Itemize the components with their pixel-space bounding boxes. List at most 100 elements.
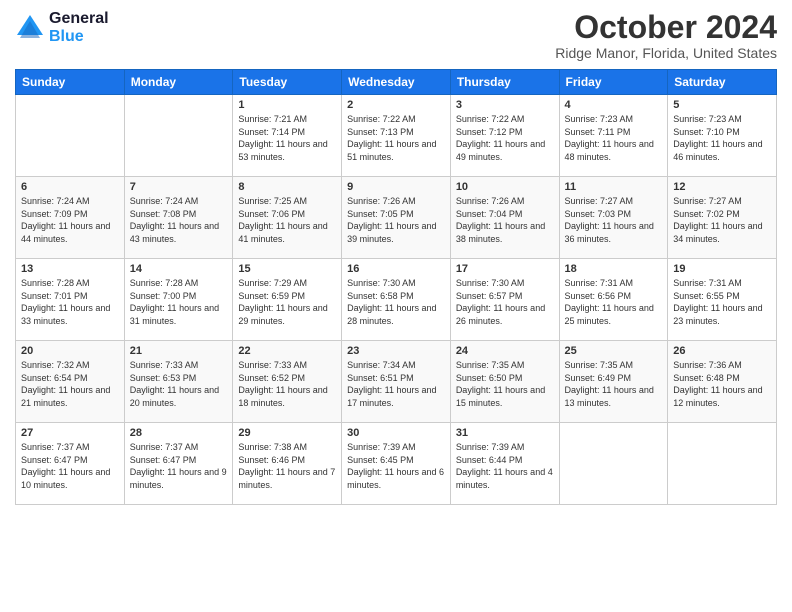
- day-info: Sunrise: 7:39 AM Sunset: 6:44 PM Dayligh…: [456, 441, 554, 491]
- day-info: Sunrise: 7:22 AM Sunset: 7:13 PM Dayligh…: [347, 113, 445, 163]
- logo: General Blue: [15, 10, 109, 45]
- calendar-cell: 24 Sunrise: 7:35 AM Sunset: 6:50 PM Dayli…: [450, 341, 559, 423]
- day-info: Sunrise: 7:24 AM Sunset: 7:08 PM Dayligh…: [130, 195, 228, 245]
- day-info: Sunrise: 7:37 AM Sunset: 6:47 PM Dayligh…: [21, 441, 119, 491]
- day-number: 9: [347, 181, 445, 193]
- calendar-cell: 9 Sunrise: 7:26 AM Sunset: 7:05 PM Daylig…: [342, 177, 451, 259]
- day-info: Sunrise: 7:34 AM Sunset: 6:51 PM Dayligh…: [347, 359, 445, 409]
- day-info: Sunrise: 7:27 AM Sunset: 7:02 PM Dayligh…: [673, 195, 771, 245]
- day-info: Sunrise: 7:24 AM Sunset: 7:09 PM Dayligh…: [21, 195, 119, 245]
- calendar-cell: 2 Sunrise: 7:22 AM Sunset: 7:13 PM Daylig…: [342, 95, 451, 177]
- calendar-week-row: 1 Sunrise: 7:21 AM Sunset: 7:14 PM Daylig…: [16, 95, 777, 177]
- day-info: Sunrise: 7:35 AM Sunset: 6:50 PM Dayligh…: [456, 359, 554, 409]
- day-number: 29: [238, 427, 336, 439]
- day-number: 19: [673, 263, 771, 275]
- calendar-cell: 10Sunrise: 7:26 AM Sunset: 7:04 PM Dayli…: [450, 177, 559, 259]
- day-of-week-header: Sunday: [16, 70, 125, 95]
- day-number: 4: [565, 99, 663, 111]
- logo-icon: [15, 13, 45, 43]
- calendar-cell: 28 Sunrise: 7:37 AM Sunset: 6:47 PM Dayli…: [124, 423, 233, 505]
- day-of-week-header: Tuesday: [233, 70, 342, 95]
- calendar-week-row: 13Sunrise: 7:28 AM Sunset: 7:01 PM Dayli…: [16, 259, 777, 341]
- day-info: Sunrise: 7:23 AM Sunset: 7:10 PM Dayligh…: [673, 113, 771, 163]
- calendar-cell: 6 Sunrise: 7:24 AM Sunset: 7:09 PM Daylig…: [16, 177, 125, 259]
- day-number: 30: [347, 427, 445, 439]
- day-info: Sunrise: 7:21 AM Sunset: 7:14 PM Dayligh…: [238, 113, 336, 163]
- calendar-week-row: 27Sunrise: 7:37 AM Sunset: 6:47 PM Dayli…: [16, 423, 777, 505]
- day-number: 5: [673, 99, 771, 111]
- day-info: Sunrise: 7:30 AM Sunset: 6:57 PM Dayligh…: [456, 277, 554, 327]
- day-number: 22: [238, 345, 336, 357]
- day-info: Sunrise: 7:33 AM Sunset: 6:53 PM Dayligh…: [130, 359, 228, 409]
- day-info: Sunrise: 7:28 AM Sunset: 7:00 PM Dayligh…: [130, 277, 228, 327]
- calendar-cell: 26 Sunrise: 7:36 AM Sunset: 6:48 PM Dayli…: [668, 341, 777, 423]
- calendar-cell: 17 Sunrise: 7:30 AM Sunset: 6:57 PM Dayli…: [450, 259, 559, 341]
- calendar-cell: 27Sunrise: 7:37 AM Sunset: 6:47 PM Dayli…: [16, 423, 125, 505]
- day-number: 16: [347, 263, 445, 275]
- calendar-cell: 22 Sunrise: 7:33 AM Sunset: 6:52 PM Dayli…: [233, 341, 342, 423]
- day-of-week-header: Saturday: [668, 70, 777, 95]
- calendar-cell: 8Sunrise: 7:25 AM Sunset: 7:06 PM Daylig…: [233, 177, 342, 259]
- day-info: Sunrise: 7:39 AM Sunset: 6:45 PM Dayligh…: [347, 441, 445, 491]
- day-info: Sunrise: 7:28 AM Sunset: 7:01 PM Dayligh…: [21, 277, 119, 327]
- calendar-cell: [559, 423, 668, 505]
- month-title: October 2024: [555, 10, 777, 45]
- calendar-header-row: SundayMondayTuesdayWednesdayThursdayFrid…: [16, 70, 777, 95]
- day-number: 28: [130, 427, 228, 439]
- calendar-cell: 4Sunrise: 7:23 AM Sunset: 7:11 PM Daylig…: [559, 95, 668, 177]
- calendar-cell: 3 Sunrise: 7:22 AM Sunset: 7:12 PM Daylig…: [450, 95, 559, 177]
- calendar-cell: 21 Sunrise: 7:33 AM Sunset: 6:53 PM Dayli…: [124, 341, 233, 423]
- day-info: Sunrise: 7:30 AM Sunset: 6:58 PM Dayligh…: [347, 277, 445, 327]
- day-info: Sunrise: 7:36 AM Sunset: 6:48 PM Dayligh…: [673, 359, 771, 409]
- calendar-cell: 12 Sunrise: 7:27 AM Sunset: 7:02 PM Dayli…: [668, 177, 777, 259]
- day-number: 23: [347, 345, 445, 357]
- day-number: 18: [565, 263, 663, 275]
- day-info: Sunrise: 7:26 AM Sunset: 7:04 PM Dayligh…: [456, 195, 554, 245]
- day-number: 6: [21, 181, 119, 193]
- calendar-cell: 30 Sunrise: 7:39 AM Sunset: 6:45 PM Dayli…: [342, 423, 451, 505]
- day-number: 15: [238, 263, 336, 275]
- calendar-cell: 16 Sunrise: 7:30 AM Sunset: 6:58 PM Dayli…: [342, 259, 451, 341]
- day-number: 12: [673, 181, 771, 193]
- calendar-cell: [124, 95, 233, 177]
- calendar-cell: [16, 95, 125, 177]
- day-number: 21: [130, 345, 228, 357]
- day-number: 26: [673, 345, 771, 357]
- header: General Blue October 2024 Ridge Manor, F…: [15, 10, 777, 61]
- day-number: 17: [456, 263, 554, 275]
- calendar-cell: 14Sunrise: 7:28 AM Sunset: 7:00 PM Dayli…: [124, 259, 233, 341]
- day-info: Sunrise: 7:26 AM Sunset: 7:05 PM Dayligh…: [347, 195, 445, 245]
- day-number: 20: [21, 345, 119, 357]
- calendar-week-row: 6 Sunrise: 7:24 AM Sunset: 7:09 PM Daylig…: [16, 177, 777, 259]
- day-number: 7: [130, 181, 228, 193]
- day-info: Sunrise: 7:33 AM Sunset: 6:52 PM Dayligh…: [238, 359, 336, 409]
- day-info: Sunrise: 7:22 AM Sunset: 7:12 PM Dayligh…: [456, 113, 554, 163]
- day-number: 3: [456, 99, 554, 111]
- calendar-cell: 7 Sunrise: 7:24 AM Sunset: 7:08 PM Daylig…: [124, 177, 233, 259]
- calendar-cell: 13Sunrise: 7:28 AM Sunset: 7:01 PM Dayli…: [16, 259, 125, 341]
- day-number: 25: [565, 345, 663, 357]
- location: Ridge Manor, Florida, United States: [555, 45, 777, 61]
- calendar-cell: 11Sunrise: 7:27 AM Sunset: 7:03 PM Dayli…: [559, 177, 668, 259]
- day-number: 11: [565, 181, 663, 193]
- day-number: 1: [238, 99, 336, 111]
- calendar-cell: 15Sunrise: 7:29 AM Sunset: 6:59 PM Dayli…: [233, 259, 342, 341]
- calendar-cell: 31 Sunrise: 7:39 AM Sunset: 6:44 PM Dayli…: [450, 423, 559, 505]
- day-of-week-header: Monday: [124, 70, 233, 95]
- day-number: 2: [347, 99, 445, 111]
- calendar-cell: 1 Sunrise: 7:21 AM Sunset: 7:14 PM Daylig…: [233, 95, 342, 177]
- day-of-week-header: Thursday: [450, 70, 559, 95]
- day-number: 31: [456, 427, 554, 439]
- day-info: Sunrise: 7:37 AM Sunset: 6:47 PM Dayligh…: [130, 441, 228, 491]
- calendar-cell: 23 Sunrise: 7:34 AM Sunset: 6:51 PM Dayli…: [342, 341, 451, 423]
- title-block: October 2024 Ridge Manor, Florida, Unite…: [555, 10, 777, 61]
- day-info: Sunrise: 7:31 AM Sunset: 6:55 PM Dayligh…: [673, 277, 771, 327]
- day-number: 8: [238, 181, 336, 193]
- day-number: 24: [456, 345, 554, 357]
- day-of-week-header: Friday: [559, 70, 668, 95]
- page: General Blue October 2024 Ridge Manor, F…: [0, 0, 792, 612]
- calendar-cell: 29Sunrise: 7:38 AM Sunset: 6:46 PM Dayli…: [233, 423, 342, 505]
- calendar-cell: 25Sunrise: 7:35 AM Sunset: 6:49 PM Dayli…: [559, 341, 668, 423]
- day-info: Sunrise: 7:32 AM Sunset: 6:54 PM Dayligh…: [21, 359, 119, 409]
- calendar-cell: [668, 423, 777, 505]
